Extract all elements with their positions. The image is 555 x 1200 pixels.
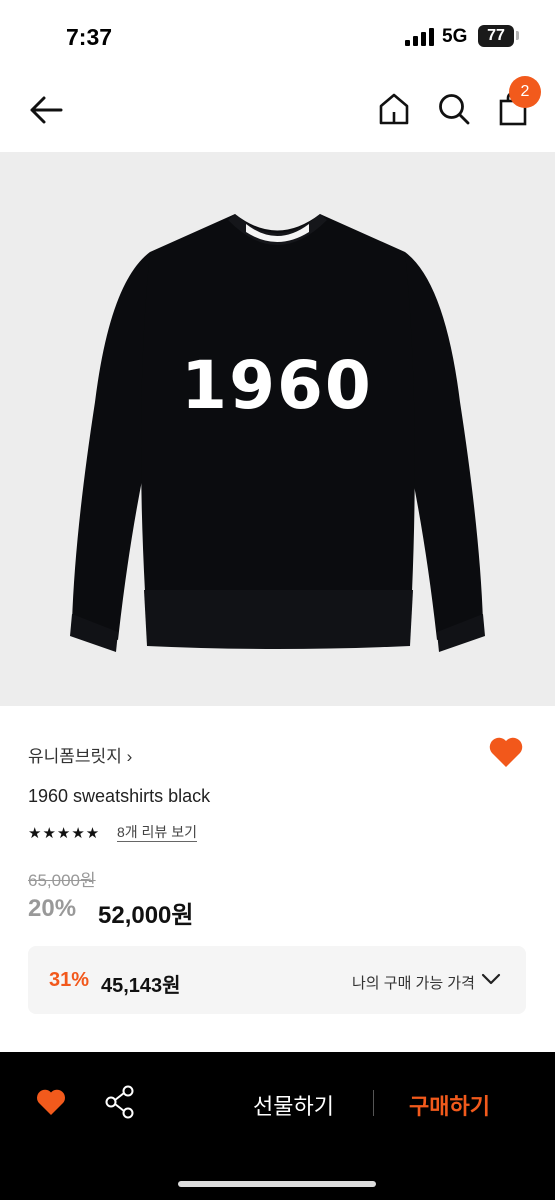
product-image[interactable]: 1960 (0, 152, 555, 706)
chevron-down-icon[interactable] (481, 972, 501, 986)
battery-tip (516, 31, 519, 40)
cart-count-badge: 2 (509, 76, 541, 108)
my-price: 45,143원 (101, 975, 181, 997)
cellular-signal-icon (405, 28, 434, 46)
status-time: 7:37 (66, 24, 113, 50)
my-price-label: 나의 구매 가능 가격 (352, 975, 475, 992)
original-price: 65,000원 (28, 871, 96, 890)
gift-button[interactable]: 선물하기 (253, 1089, 334, 1121)
bottom-action-bar: 선물하기 구매하기 (0, 1052, 555, 1200)
sale-price: 52,000원 (98, 902, 194, 929)
back-arrow-icon[interactable] (28, 94, 64, 126)
discount-rate: 20% (28, 895, 77, 922)
status-bar: 7:37 5G 77 (0, 0, 555, 70)
home-icon[interactable] (378, 92, 410, 126)
network-label: 5G (442, 26, 468, 47)
favorite-heart-icon[interactable] (487, 735, 525, 769)
share-icon[interactable] (104, 1085, 136, 1119)
divider (373, 1090, 374, 1116)
my-discount-rate: 31% (49, 969, 90, 991)
product-name: 1960 sweatshirts black (28, 786, 211, 806)
like-heart-icon[interactable] (35, 1088, 67, 1116)
rating-stars: ★★★★★ (28, 825, 101, 842)
brand-link[interactable]: 유니폼브릿지 › (28, 742, 132, 767)
search-icon[interactable] (437, 92, 471, 126)
top-navigation: 2 (0, 70, 555, 152)
sweatshirt-illustration: 1960 (70, 214, 485, 652)
buy-button[interactable]: 구매하기 (409, 1089, 490, 1121)
home-indicator (178, 1181, 376, 1187)
print-text: 1960 (181, 347, 373, 424)
review-link[interactable]: 8개 리뷰 보기 (117, 824, 197, 842)
battery-icon: 77 (478, 25, 514, 47)
my-price-box[interactable]: 31% 45,143원 나의 구매 가능 가격 (28, 946, 526, 1014)
